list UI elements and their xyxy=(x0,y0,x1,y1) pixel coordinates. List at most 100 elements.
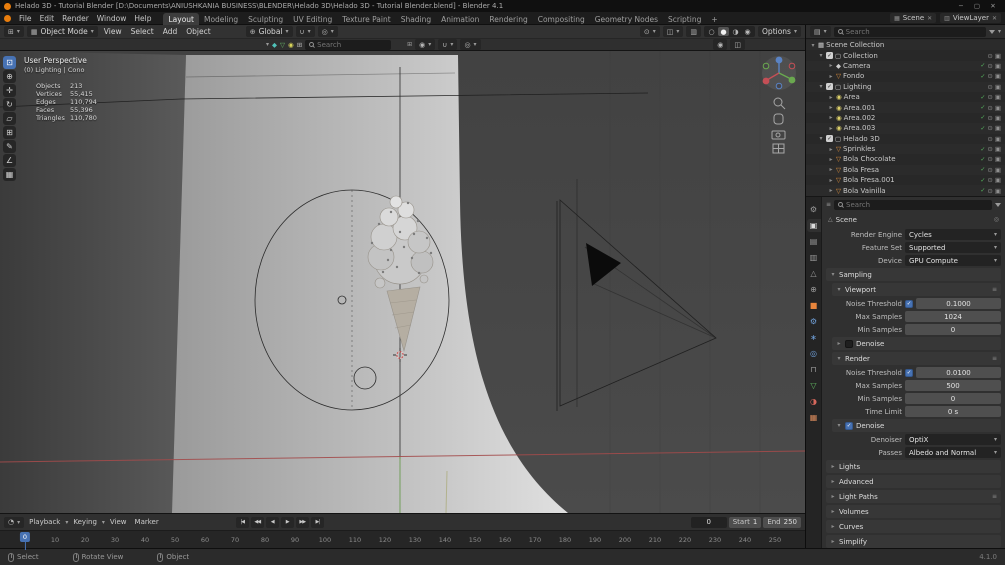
section-light-paths[interactable]: ▸ Light Paths ≡ xyxy=(826,490,1001,503)
menu-view[interactable]: View xyxy=(101,27,125,36)
workspace-tab-sculpting[interactable]: Sculpting xyxy=(243,13,288,25)
hide-in-viewport-icon[interactable]: ⊙ xyxy=(987,124,992,132)
navigation-gizmo[interactable] xyxy=(762,56,796,90)
chevron-right-icon[interactable]: ▸ xyxy=(828,146,834,153)
3d-viewport[interactable]: ⊡ ⊕ ✛ ↻ ▱ ⊞ ✎ ∠ ▦ User Perspective (0) L… xyxy=(0,51,805,513)
transform-tool[interactable]: ⊞ xyxy=(3,126,16,139)
chevron-right-icon[interactable]: ▸ xyxy=(828,62,834,69)
tab-data-properties[interactable]: ▽ xyxy=(807,379,821,392)
outliner-row-lighting[interactable]: ▾ ✓ ▢ Lighting ⊙ ▣ xyxy=(806,81,1005,92)
tab-tool-properties[interactable]: ⚙ xyxy=(807,203,821,216)
max-samples-field[interactable]: 500 xyxy=(905,380,1001,391)
close-button[interactable]: ✕ xyxy=(985,2,1001,10)
rotate-tool[interactable]: ↻ xyxy=(3,98,16,111)
filter-mesh-icon[interactable]: ▽ xyxy=(280,41,285,49)
outliner-row-sprinkles[interactable]: ▸ ▽ Sprinkles ✓ ⊙ ▣ xyxy=(806,143,1005,155)
item-label[interactable]: Bola Vainilla xyxy=(843,187,886,195)
filter-object-icon[interactable]: ◆ xyxy=(272,41,277,49)
hide-in-viewport-icon[interactable]: ⊙ xyxy=(987,104,992,112)
play-button[interactable]: ▶ xyxy=(280,516,294,528)
title-bar[interactable]: Helado 3D - Tutorial Blender [D:\Documen… xyxy=(0,0,1005,12)
menu-window[interactable]: Window xyxy=(93,14,131,23)
current-frame-field[interactable]: 0 xyxy=(690,516,727,528)
chevron-right-icon[interactable]: ▸ xyxy=(828,125,834,132)
hide-in-viewport-icon[interactable]: ⊙ xyxy=(987,155,992,163)
section-sampling[interactable]: ▾ Sampling xyxy=(826,268,1001,281)
menu-edit[interactable]: Edit xyxy=(36,14,59,23)
menu-add[interactable]: Add xyxy=(160,27,181,36)
subsection-render-denoise[interactable]: ▾ ✓ Denoise xyxy=(832,419,1001,432)
search-input[interactable] xyxy=(846,200,988,209)
disable-in-render-icon[interactable]: ▣ xyxy=(995,62,1001,70)
tab-particle-properties[interactable]: ∗ xyxy=(807,331,821,344)
gizmos-toggle[interactable]: ◉ xyxy=(713,39,728,50)
item-label[interactable]: Area.001 xyxy=(844,104,876,112)
item-label[interactable]: Area.003 xyxy=(844,124,876,132)
item-label[interactable]: Fondo xyxy=(843,72,864,80)
outliner-row-bola-chocolate[interactable]: ▸ ▽ Bola Chocolate ✓ ⊙ ▣ xyxy=(806,154,1005,164)
menu-help[interactable]: Help xyxy=(130,14,155,23)
mode-dropdown[interactable]: ▦ Object Mode ▾ xyxy=(26,26,98,37)
overlay-extra-toggle[interactable]: ◫ xyxy=(730,39,745,50)
overlays-toggle[interactable]: ◫ ▾ xyxy=(662,26,684,37)
disable-in-render-icon[interactable]: ▣ xyxy=(995,124,1001,132)
hide-in-viewport-icon[interactable]: ⊙ xyxy=(987,166,992,174)
tab-object-properties[interactable]: ■ xyxy=(807,299,821,312)
chevron-down-icon[interactable]: ▾ xyxy=(998,28,1001,35)
proportional-falloff-dropdown[interactable]: ◎ ▾ xyxy=(460,39,481,50)
search-input[interactable] xyxy=(317,40,388,49)
hide-in-viewport-icon[interactable]: ⊙ xyxy=(987,187,992,195)
playhead[interactable]: 0 xyxy=(19,532,31,550)
workspace-tab-layout[interactable]: Layout xyxy=(163,12,199,25)
outliner-row-area-002[interactable]: ▸ ◉ Area.002 ✓ ⊙ ▣ xyxy=(806,113,1005,123)
workspace-tab-uv-editing[interactable]: UV Editing xyxy=(288,13,337,25)
workspace-tab-modeling[interactable]: Modeling xyxy=(199,13,243,25)
chevron-down-icon[interactable]: ▾ xyxy=(818,135,824,142)
outliner-row-camera[interactable]: ▸ ◆ Camera ✓ ⊙ ▣ xyxy=(806,60,1005,72)
tab-world-properties[interactable]: ⊕ xyxy=(807,283,821,296)
outliner-row-area[interactable]: ▸ ◉ Area ✓ ⊙ ▣ xyxy=(806,92,1005,102)
cursor-tool[interactable]: ⊕ xyxy=(3,70,16,83)
viewlayer-selector[interactable]: ▥ ViewLayer ✕ xyxy=(940,13,1001,23)
chevron-right-icon[interactable]: ▸ xyxy=(828,166,834,173)
select-box-tool[interactable]: ⊡ xyxy=(3,56,16,69)
menu-marker[interactable]: Marker xyxy=(132,518,162,526)
visibility-dropdown[interactable]: ⊙ ▾ xyxy=(639,26,660,37)
disable-in-render-icon[interactable]: ▣ xyxy=(995,52,1001,60)
item-label[interactable]: Camera xyxy=(843,62,870,70)
hide-in-viewport-icon[interactable]: ⊙ xyxy=(987,114,992,122)
chevron-down-icon[interactable]: ▾ xyxy=(810,42,816,49)
hide-in-viewport-icon[interactable]: ⊙ xyxy=(987,52,992,60)
unlink-scene-icon[interactable]: ✕ xyxy=(927,15,932,22)
section-simplify[interactable]: ▸ Simplify xyxy=(826,535,1001,548)
hide-in-viewport-icon[interactable]: ⊙ xyxy=(987,145,992,153)
properties-search[interactable] xyxy=(834,199,992,210)
chevron-right-icon[interactable]: ▸ xyxy=(828,114,834,121)
pin-icon[interactable]: ◎ xyxy=(994,216,999,223)
outliner-row-area-003[interactable]: ▸ ◉ Area.003 ✓ ⊙ ▣ xyxy=(806,123,1005,134)
clipboard-icon[interactable]: ⊞ xyxy=(407,41,412,48)
frame-start-field[interactable]: Start 1 xyxy=(728,516,762,528)
device-dropdown[interactable]: GPU Compute ▾ xyxy=(905,255,1001,266)
prev-keyframe-button[interactable]: ◀◀ xyxy=(250,516,264,528)
hide-in-viewport-icon[interactable]: ⊙ xyxy=(987,62,992,70)
disable-in-render-icon[interactable]: ▣ xyxy=(995,93,1001,101)
workspace-tab-texture-paint[interactable]: Texture Paint xyxy=(337,13,395,25)
item-label[interactable]: Area xyxy=(844,93,860,101)
outliner-row-helado-3d[interactable]: ▾ ✓ ▢ Helado 3D ⊙ ▣ xyxy=(806,134,1005,144)
collection-checkbox[interactable]: ✓ xyxy=(826,83,833,91)
workspace-tab-compositing[interactable]: Compositing xyxy=(533,13,590,25)
shading-solid-button[interactable]: ● xyxy=(718,27,730,36)
shading-rendered-button[interactable]: ◉ xyxy=(742,27,753,36)
outliner-row-collection[interactable]: ▾ ✓ ▢ Collection ⊙ ▣ xyxy=(806,50,1005,60)
workspace-tab-shading[interactable]: Shading xyxy=(396,13,436,25)
play-reverse-button[interactable]: ◀ xyxy=(265,516,279,528)
subsection-viewport[interactable]: ▾ Viewport ≡ xyxy=(832,283,1001,296)
tab-constraint-properties[interactable]: ⊓ xyxy=(807,363,821,376)
section-lights[interactable]: ▸ Lights xyxy=(826,460,1001,473)
min-samples-field[interactable]: 0 xyxy=(905,393,1001,404)
minimize-button[interactable]: ─ xyxy=(953,2,969,10)
tab-render-properties[interactable]: ▣ xyxy=(806,219,821,232)
outliner-editor-button[interactable]: ▤ ▾ xyxy=(810,26,831,37)
section-curves[interactable]: ▸ Curves xyxy=(826,520,1001,533)
